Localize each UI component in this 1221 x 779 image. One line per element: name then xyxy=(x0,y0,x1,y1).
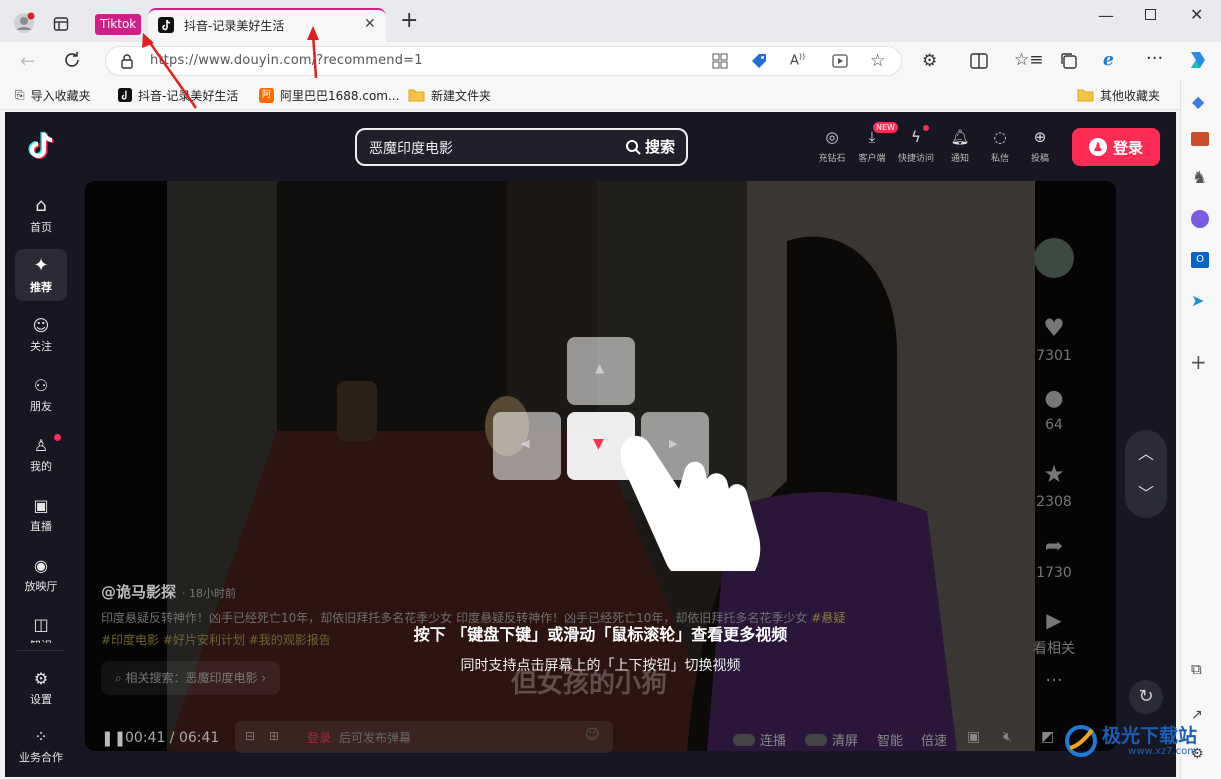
annotation-arrows xyxy=(142,26,319,109)
watermark: 极光下载站 www.xz7.com xyxy=(1064,724,1197,758)
watermark-logo-icon xyxy=(1065,725,1097,757)
watermark-brand: 极光下载站 xyxy=(1102,724,1198,747)
watermark-url: www.xz7.com xyxy=(1128,745,1198,757)
